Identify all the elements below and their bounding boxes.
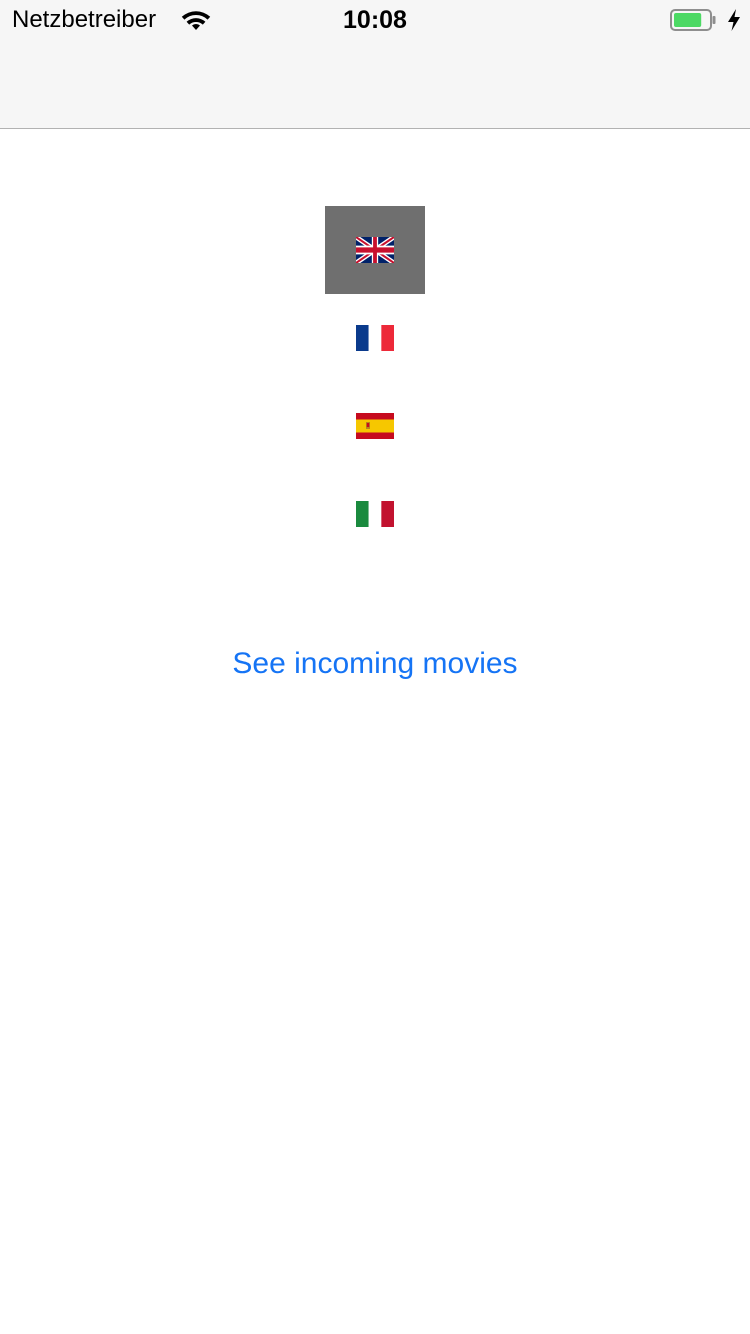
clock: 10:08 [343,6,407,34]
language-option-italian[interactable] [325,470,425,558]
battery-icon [670,9,716,31]
language-option-spanish[interactable] [325,382,425,470]
language-option-french[interactable] [325,294,425,382]
language-option-english[interactable] [325,206,425,294]
see-incoming-movies-button[interactable]: See incoming movies [0,642,750,686]
app-screen: Netzbetreiber 10:08 See incoming movies [0,0,750,1334]
navigation-bar: Netzbetreiber 10:08 [0,0,750,129]
uk-flag-icon [356,237,394,263]
status-bar: Netzbetreiber 10:08 [0,0,750,40]
france-flag-icon [356,325,394,351]
italy-flag-icon [356,501,394,527]
spain-flag-icon [356,413,394,439]
charging-bolt-icon [728,9,740,31]
